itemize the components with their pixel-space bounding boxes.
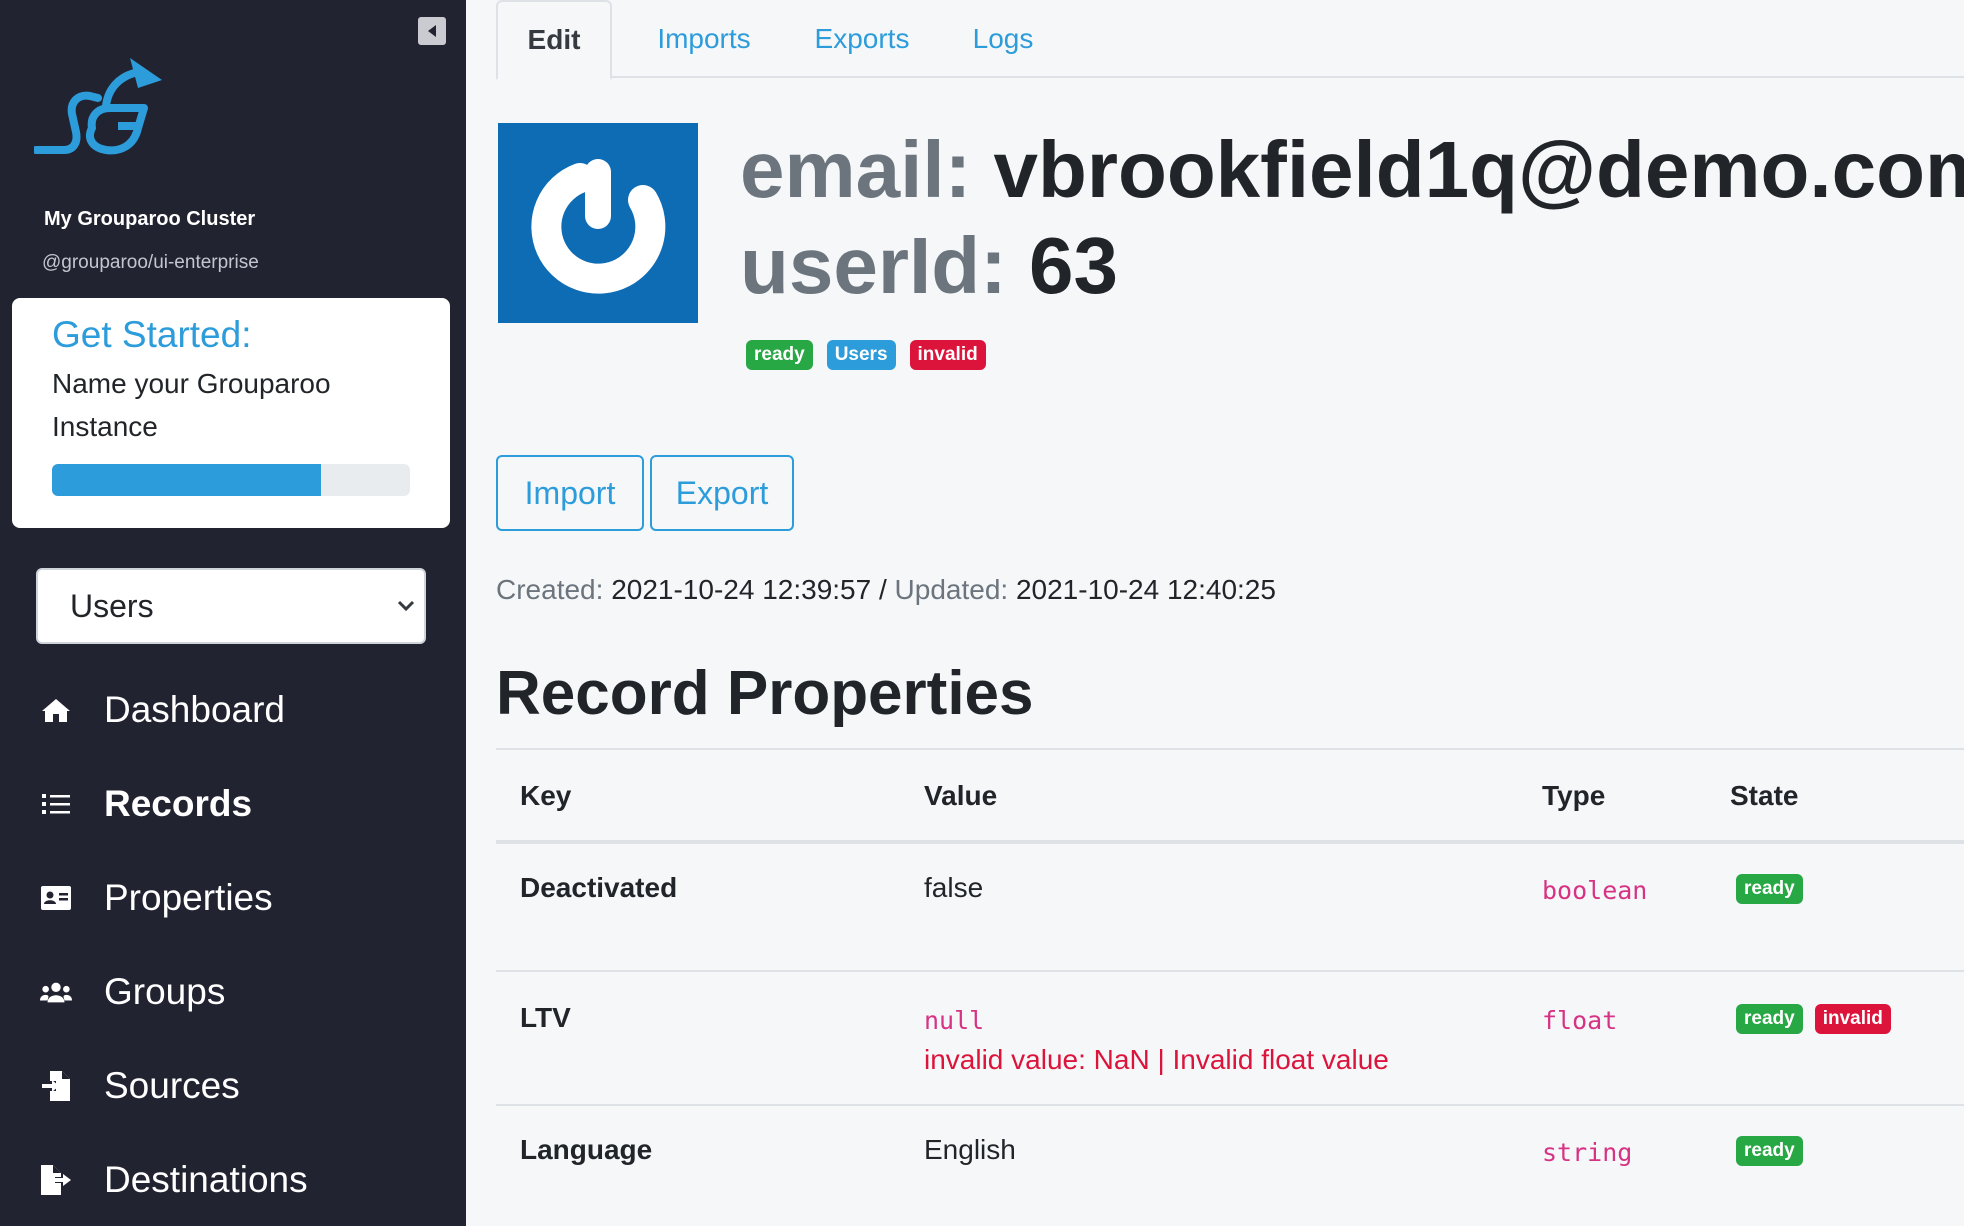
userid-value: 63: [1028, 221, 1118, 310]
get-started-progress: [52, 464, 410, 496]
ready-badge: ready: [1736, 1136, 1803, 1166]
nav-item-sources[interactable]: Sources: [0, 1046, 466, 1126]
model-select-value: Users: [70, 587, 154, 624]
property-type: boolean: [1542, 876, 1648, 905]
nav-item-dashboard[interactable]: Dashboard: [0, 670, 466, 750]
property-states: ready: [1736, 874, 1803, 904]
file-import-icon: [40, 1070, 72, 1102]
power-icon: [531, 159, 666, 294]
record-timestamps: Created: 2021-10-24 12:39:57 / Updated: …: [496, 574, 1276, 606]
record-email-heading: email: vbrookfield1q@demo.com: [740, 122, 1964, 218]
properties-table: Key Value Type State Deactivated false b…: [496, 748, 1964, 1226]
nav-label: Dashboard: [104, 689, 286, 730]
cluster-package: @grouparoo/ui-enterprise: [42, 252, 259, 273]
progress-fill: [52, 464, 321, 496]
get-started-step: Name your Grouparoo Instance: [52, 368, 331, 442]
table-row: Deactivated false boolean ready: [496, 844, 1964, 972]
userid-key: userId:: [740, 221, 1007, 310]
record-avatar: [498, 123, 698, 323]
timestamp-separator: /: [878, 574, 887, 605]
header-type: Type: [1542, 780, 1606, 811]
nav-label: Groups: [104, 971, 226, 1012]
nav-label: Properties: [104, 877, 273, 918]
caret-left-icon: [428, 25, 436, 37]
record-tabs: Edit Imports Exports Logs: [496, 0, 1964, 80]
get-started-title: Get Started:: [52, 314, 252, 355]
email-value: vbrookfield1q@demo.com: [993, 125, 1964, 214]
get-started-card[interactable]: Get Started: Name your Grouparoo Instanc…: [12, 298, 450, 528]
collapse-sidebar-button[interactable]: [418, 17, 446, 45]
property-value: English: [924, 1134, 1016, 1165]
created-key: Created:: [496, 574, 604, 605]
nav-item-destinations[interactable]: Destinations: [0, 1140, 466, 1220]
tab-logs[interactable]: Logs: [958, 0, 1048, 78]
users-icon: [40, 976, 72, 1008]
nav-label: Destinations: [104, 1159, 308, 1200]
property-key: Language: [520, 1134, 653, 1165]
property-value: false: [924, 872, 984, 903]
ready-badge: ready: [1736, 1004, 1803, 1034]
grouparoo-logo: [34, 58, 162, 155]
header-state: State: [1730, 780, 1799, 811]
ready-badge: ready: [746, 340, 813, 370]
invalid-badge: invalid: [1814, 1004, 1891, 1034]
header-value: Value: [924, 780, 998, 811]
property-type: float: [1542, 1006, 1618, 1035]
nav-item-groups[interactable]: Groups: [0, 952, 466, 1032]
table-row: Language English string ready: [496, 1106, 1964, 1226]
nav-label: Sources: [104, 1065, 240, 1106]
table-header: Key Value Type State: [496, 748, 1964, 844]
property-value: null: [924, 1006, 985, 1035]
invalid-badge: invalid: [909, 340, 986, 370]
property-error: invalid value: NaN | Invalid float value: [924, 1044, 1389, 1075]
property-key: LTV: [520, 1002, 571, 1033]
file-export-icon: [40, 1164, 72, 1196]
section-title: Record Properties: [496, 659, 1034, 728]
property-states: ready: [1736, 1136, 1803, 1166]
model-badge: Users: [826, 340, 896, 370]
created-value: 2021-10-24 12:39:57: [611, 574, 872, 605]
property-key: Deactivated: [520, 872, 678, 903]
export-button[interactable]: Export: [650, 455, 794, 531]
tab-exports[interactable]: Exports: [800, 0, 924, 78]
updated-value: 2021-10-24 12:40:25: [1015, 574, 1276, 605]
cluster-name: My Grouparoo Cluster: [44, 208, 256, 230]
nav-item-properties[interactable]: Properties: [0, 858, 466, 938]
email-key: email:: [740, 125, 972, 214]
import-button[interactable]: Import: [496, 455, 644, 531]
list-icon: [40, 788, 72, 820]
main-content: Edit Imports Exports Logs email: vbrookf…: [466, 0, 1964, 1226]
tab-edit[interactable]: Edit: [496, 0, 612, 80]
nav-item-records[interactable]: Records: [0, 764, 466, 844]
id-card-icon: [40, 882, 72, 914]
updated-key: Updated:: [894, 574, 1009, 605]
record-badges: ready Users invalid: [746, 340, 986, 370]
chevron-down-icon: [397, 600, 415, 612]
property-type: string: [1542, 1138, 1633, 1167]
sidebar: My Grouparoo Cluster @grouparoo/ui-enter…: [0, 0, 466, 1226]
home-icon: [40, 694, 72, 726]
record-userid-heading: userId: 63: [740, 218, 1118, 314]
property-states: ready invalid: [1736, 1004, 1891, 1034]
model-select[interactable]: Users: [36, 568, 426, 644]
ready-badge: ready: [1736, 874, 1803, 904]
tab-imports[interactable]: Imports: [634, 0, 774, 78]
nav-label: Records: [104, 783, 253, 824]
header-key: Key: [520, 780, 572, 811]
table-row: LTV null invalid value: NaN | Invalid fl…: [496, 972, 1964, 1106]
